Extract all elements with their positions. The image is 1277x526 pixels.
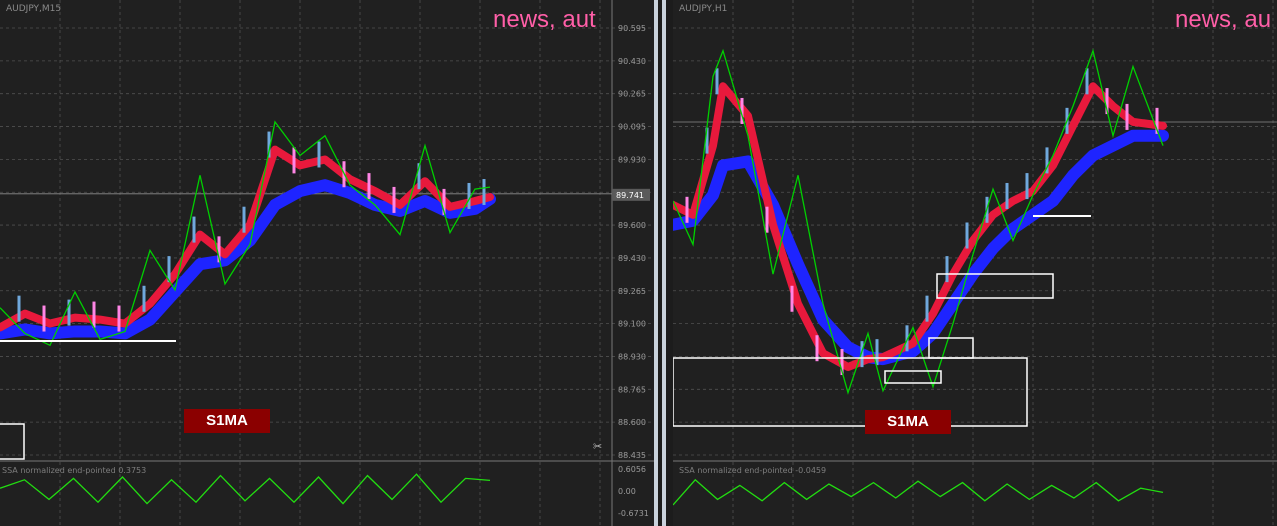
indicator-tick-label: 0.00: [618, 487, 636, 496]
chart-panel-h1[interactable]: AUDJPY,H1 news, au S1MA SSA normalized e…: [673, 0, 1277, 526]
slow-ma-line: [673, 129, 1169, 366]
price-tick-label: 89.930: [618, 155, 646, 164]
price-tick-label: 90.430: [618, 57, 646, 66]
fast-ma-line: [0, 131, 494, 332]
indicator-label: SSA normalized end-pointed 0.3753: [2, 466, 147, 475]
current-price-label: 89.741: [616, 191, 644, 200]
zone-box: [0, 423, 25, 460]
price-tick-label: 90.265: [618, 90, 646, 99]
grid: [0, 0, 654, 526]
price-tick-label: 89.600: [618, 221, 646, 230]
price-tick-label: 89.100: [618, 320, 646, 329]
price-axis: 90.59590.43090.26590.09589.93089.76089.6…: [0, 0, 650, 526]
price-tick-label: 88.765: [618, 385, 646, 394]
price-tick-label: 89.265: [618, 287, 646, 296]
oscillator-line: [673, 478, 1164, 506]
price-tick-label: 88.435: [618, 451, 646, 460]
oscillator-line: [0, 473, 491, 505]
s1ma-badge[interactable]: S1MA: [865, 410, 951, 434]
symbol-label: AUDJPY,H1: [679, 4, 728, 14]
scissors-icon[interactable]: ✂: [593, 440, 602, 453]
news-text: news, au: [1175, 6, 1272, 33]
price-tick-label: 88.930: [618, 352, 646, 361]
chart-canvas-h1[interactable]: [673, 0, 1277, 526]
annotations: [0, 340, 176, 460]
chart-canvas-m15[interactable]: 90.59590.43090.26590.09589.93089.76089.6…: [0, 0, 654, 526]
fast-ma-line: [673, 68, 1167, 376]
price-tick-label: 90.095: [618, 123, 646, 132]
oscillator-line: [0, 473, 491, 505]
panel-separator[interactable]: [662, 0, 666, 526]
zone-box: [928, 337, 974, 359]
indicator-tick-label: -0.6731: [618, 509, 649, 518]
news-text: news, aut: [493, 6, 596, 33]
chart-panel-m15[interactable]: 90.59590.43090.26590.09589.93089.76089.6…: [0, 0, 654, 526]
indicator-tick-label: 0.6056: [618, 465, 646, 474]
price-tick-label: 89.430: [618, 254, 646, 263]
panel-separator[interactable]: [654, 0, 658, 526]
slow-ma-line: [673, 129, 1169, 366]
annotations: [673, 215, 1091, 427]
s1ma-badge[interactable]: S1MA: [184, 409, 270, 433]
oscillator-line: [673, 478, 1164, 506]
price-tick-label: 88.600: [618, 418, 646, 427]
indicator-label: SSA normalized end-pointed -0.0459: [679, 466, 827, 475]
price-tick-label: 90.595: [618, 24, 646, 33]
symbol-label: AUDJPY,M15: [6, 4, 62, 14]
